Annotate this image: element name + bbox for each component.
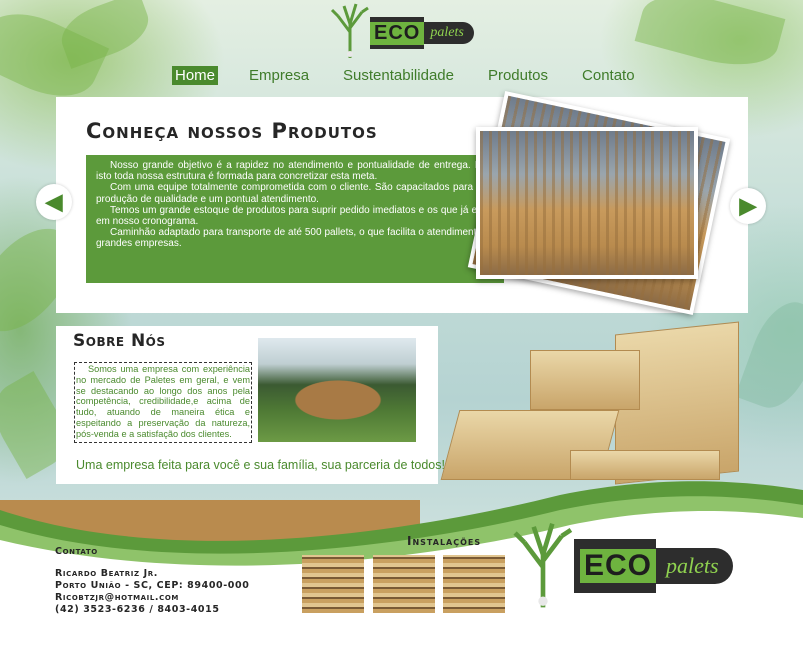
contact-block: Contato Ricardo Beatriz Jr. Porto União … <box>55 546 249 616</box>
slider-next-button[interactable]: ▶ <box>730 188 766 224</box>
installation-thumb[interactable] <box>302 555 364 613</box>
logo-eco-text: ECO <box>580 549 657 583</box>
products-paragraph: Com uma equipe totalmente comprometida c… <box>96 182 496 205</box>
contact-phone: (42) 3523-6236 / 8403-4015 <box>55 604 220 615</box>
slider-prev-button[interactable]: ◀ <box>36 184 72 220</box>
nav-empresa[interactable]: Empresa <box>246 66 312 85</box>
warehouse-photo <box>476 127 698 279</box>
installation-thumb[interactable] <box>443 555 505 613</box>
products-paragraph: Caminhão adaptado para transporte de até… <box>96 227 496 250</box>
main-nav: Home Empresa Sustentabilidade Produtos C… <box>172 66 666 85</box>
about-panel: Sobre Nós Somos uma empresa com experiên… <box>56 326 445 484</box>
installation-thumb[interactable] <box>373 555 435 613</box>
about-title: Sobre Nós <box>73 331 166 351</box>
nav-sustentabilidade[interactable]: Sustentabilidade <box>340 66 457 85</box>
logo-palets: palets <box>656 548 733 584</box>
contact-name: Ricardo Beatriz Jr. <box>55 568 158 579</box>
logo-palets: palets <box>424 22 474 44</box>
products-text: Nosso grande objetivo é a rapidez no ate… <box>86 155 504 283</box>
leaf-decoration <box>54 0 156 69</box>
pallet-sculpture-photo <box>258 338 416 442</box>
pallet-back <box>530 350 640 410</box>
products-paragraph: Nosso grande objetivo é a rapidez no ate… <box>96 160 496 183</box>
tree-icon <box>330 2 370 58</box>
arrow-left-icon: ◀ <box>45 189 63 214</box>
contact-heading: Contato <box>55 546 98 557</box>
header-logo[interactable]: ECO palets <box>330 2 474 58</box>
nav-home[interactable]: Home <box>172 66 219 85</box>
nav-contato[interactable]: Contato <box>579 66 638 85</box>
logo-eco-text: ECO <box>370 21 425 45</box>
products-photo-stack <box>467 91 731 315</box>
tree-icon <box>512 518 574 610</box>
products-paragraph: Temos um grande estoque de produtos para… <box>96 204 496 228</box>
logo-eco: ECO <box>370 17 425 49</box>
contact-address: Porto União - SC, CEP: 89400-000 <box>55 580 250 591</box>
arrow-right-icon: ▶ <box>739 193 757 218</box>
logo-eco: ECO <box>574 539 657 593</box>
installations-title: Instalações <box>407 534 482 548</box>
products-title: Conheça nossos Produtos <box>86 119 378 143</box>
about-text-box[interactable]: Somos uma empresa com experiência no mer… <box>74 362 252 443</box>
products-panel: Conheça nossos Produtos Nosso grande obj… <box>56 91 748 315</box>
footer-logo[interactable]: ECO palets <box>512 518 733 610</box>
nav-produtos[interactable]: Produtos <box>485 66 551 85</box>
contact-email[interactable]: Ricobtzjr@hotmail.com <box>55 592 249 604</box>
about-text: Somos uma empresa com experiência no mer… <box>76 364 250 439</box>
